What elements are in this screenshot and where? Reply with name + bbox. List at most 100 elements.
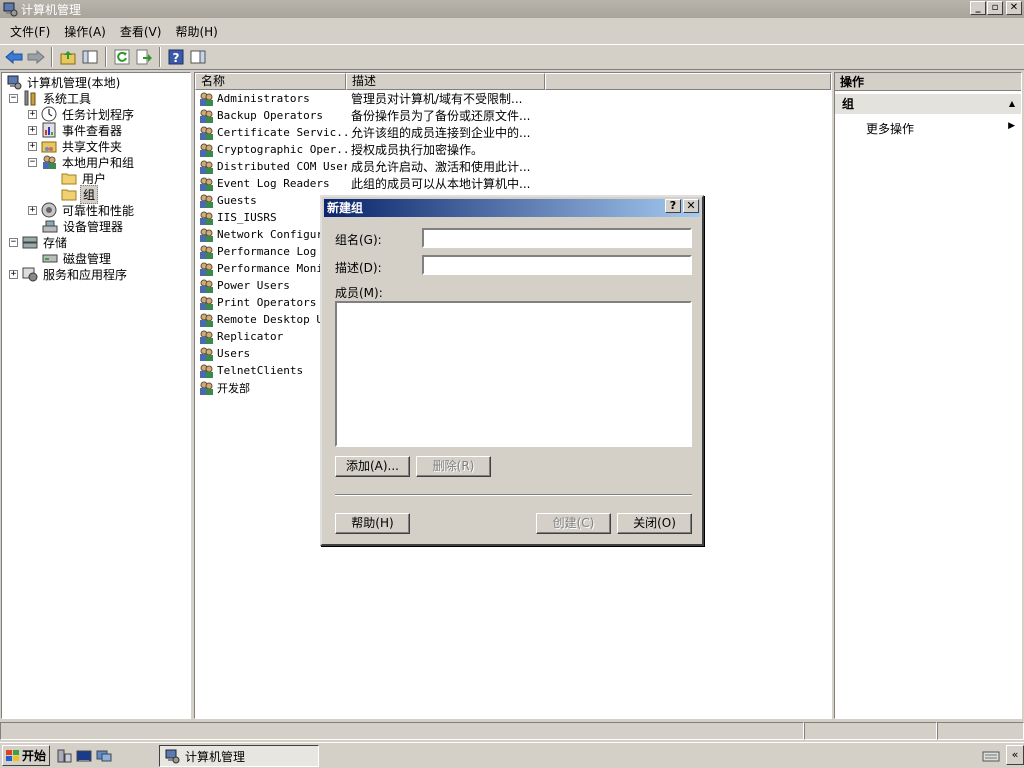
start-button[interactable]: 开始 [2,745,50,766]
table-row[interactable]: Distributed COM Users 成员允许启动、激活和使用此计... [198,158,530,175]
group-name-input[interactable] [422,228,692,248]
window-title-bar: 计算机管理 _ ▫ ✕ [0,0,1024,18]
collapse-up-icon[interactable]: ▲ [1009,94,1015,114]
members-list[interactable] [335,301,692,447]
group-icon [200,143,213,157]
tree-item-storage[interactable]: − 存储 [9,234,69,250]
tree-label: 系统工具 [43,91,92,106]
toolbar-separator [159,47,161,67]
command-prompt-icon[interactable] [76,748,92,764]
computer-management-icon [165,749,180,764]
column-header-blank [545,73,831,90]
create-button[interactable]: 创建(C) [536,513,611,534]
tree-label: 存储 [43,235,68,250]
group-description-cell: 管理员对计算机/域有不受限制... [351,92,523,106]
tree-item-event-viewer[interactable]: + 事件查看器 [28,122,124,138]
expand-icon[interactable]: + [9,269,18,279]
start-label: 开始 [22,749,47,763]
toolbar-separator [105,47,107,67]
tree-item-shared-folders[interactable]: + 共享文件夹 [28,138,124,154]
toolbar-separator [51,47,53,67]
dialog-help-button[interactable]: ? [665,199,681,213]
collapse-icon[interactable]: − [28,157,37,167]
action-section-groups[interactable]: 组 ▲ [835,94,1021,114]
taskbar-item-label: 计算机管理 [185,749,246,764]
description-input[interactable] [422,255,692,275]
collapse-icon[interactable]: − [9,93,18,103]
event-viewer-icon [42,122,56,138]
show-desktop-icon[interactable] [96,748,112,764]
help-icon[interactable]: ? [165,46,187,68]
menu-action[interactable]: 操作(A) [58,23,112,40]
menu-view[interactable]: 查看(V) [114,23,168,40]
column-header-name[interactable]: 名称 [195,73,346,90]
group-name-cell: Certificate Servic... [217,126,347,139]
forward-icon[interactable] [25,46,47,68]
help-button[interactable]: 帮助(H) [335,513,410,534]
shared-folder-icon [41,141,57,153]
group-icon [200,279,213,293]
group-description-cell: 允许该组的成员连接到企业中的... [351,126,531,140]
server-manager-icon[interactable] [56,748,72,764]
table-row[interactable]: Event Log Readers 此组的成员可以从本地计算机中... [198,175,530,192]
action-section-label: 组 [842,97,855,111]
expand-icon[interactable]: + [28,141,37,151]
taskbar-item-computer-management[interactable]: 计算机管理 [159,745,319,767]
tree-item-task-scheduler[interactable]: + 任务计划程序 [28,106,136,122]
close-dialog-button[interactable]: 关闭(O) [617,513,692,534]
expand-icon[interactable]: + [28,109,37,119]
table-row[interactable]: Administrators 管理员对计算机/域有不受限制... [198,90,523,107]
group-icon [200,245,213,259]
tree-item-services-apps[interactable]: + 服务和应用程序 [9,266,129,282]
clock-icon [41,106,57,122]
system-tray: « [982,745,1024,765]
maximize-button[interactable]: ▫ [987,1,1003,15]
expand-icon[interactable]: + [28,125,37,135]
dialog-title: 新建组 [327,201,364,215]
menu-help[interactable]: 帮助(H) [169,23,223,40]
tree-item-disk-management[interactable]: 磁盘管理 [42,250,113,266]
tree-label: 可靠性和性能 [62,203,135,218]
menu-bar: 文件(F) 操作(A) 查看(V) 帮助(H) [0,20,1024,42]
tree-label: 计算机管理(本地) [27,75,121,90]
services-icon [22,267,38,282]
show-hide-action-pane-icon[interactable] [187,46,209,68]
show-hidden-icons-button[interactable]: « [1006,745,1024,765]
tree-item-groups[interactable]: 组 [61,184,99,204]
group-icon [200,92,213,106]
table-row[interactable]: Cryptographic Oper... 授权成员执行加密操作。 [198,141,483,158]
up-folder-icon[interactable] [57,46,79,68]
group-description-cell: 备份操作员为了备份或还原文件... [351,109,531,123]
back-icon[interactable] [3,46,25,68]
status-bar [0,721,1024,741]
tree-item-device-manager[interactable]: 设备管理器 [42,218,125,234]
refresh-icon[interactable] [111,46,133,68]
add-member-button[interactable]: 添加(A)... [335,456,410,477]
tree-item-reliability[interactable]: + 可靠性和性能 [28,202,136,218]
group-name-cell: Backup Operators [217,109,323,122]
minimize-button[interactable]: _ [970,1,986,15]
tree-item-root[interactable]: 计算机管理(本地) [6,74,122,90]
table-row[interactable]: Backup Operators 备份操作员为了备份或还原文件... [198,107,530,124]
menu-file[interactable]: 文件(F) [4,23,56,40]
close-button[interactable]: ✕ [1006,1,1022,15]
export-list-icon[interactable] [133,46,155,68]
dialog-close-button[interactable]: ✕ [683,199,699,213]
device-manager-icon [42,220,58,233]
show-hide-tree-icon[interactable] [79,46,101,68]
status-cell-2 [804,722,937,740]
remove-member-button[interactable]: 删除(R) [416,456,491,477]
folder-icon [61,189,77,201]
more-actions-link[interactable]: 更多操作 [866,120,914,137]
expand-icon[interactable]: + [28,205,37,215]
tree-item-local-users-groups[interactable]: − 本地用户和组 [28,154,136,170]
group-icon [200,126,213,140]
keyboard-icon[interactable] [982,747,1000,763]
tree-item-system-tools[interactable]: − 系统工具 [9,90,93,106]
tree-label: 共享文件夹 [62,139,123,154]
column-header-description[interactable]: 描述 [346,73,545,90]
console-tree[interactable]: 计算机管理(本地) − 系统工具 + 任务计划程序 + 事件查看器 + 共享文件… [1,72,191,719]
performance-icon [41,202,57,218]
table-row[interactable]: Certificate Servic... 允许该组的成员连接到企业中的... [198,124,530,141]
collapse-icon[interactable]: − [9,237,18,247]
